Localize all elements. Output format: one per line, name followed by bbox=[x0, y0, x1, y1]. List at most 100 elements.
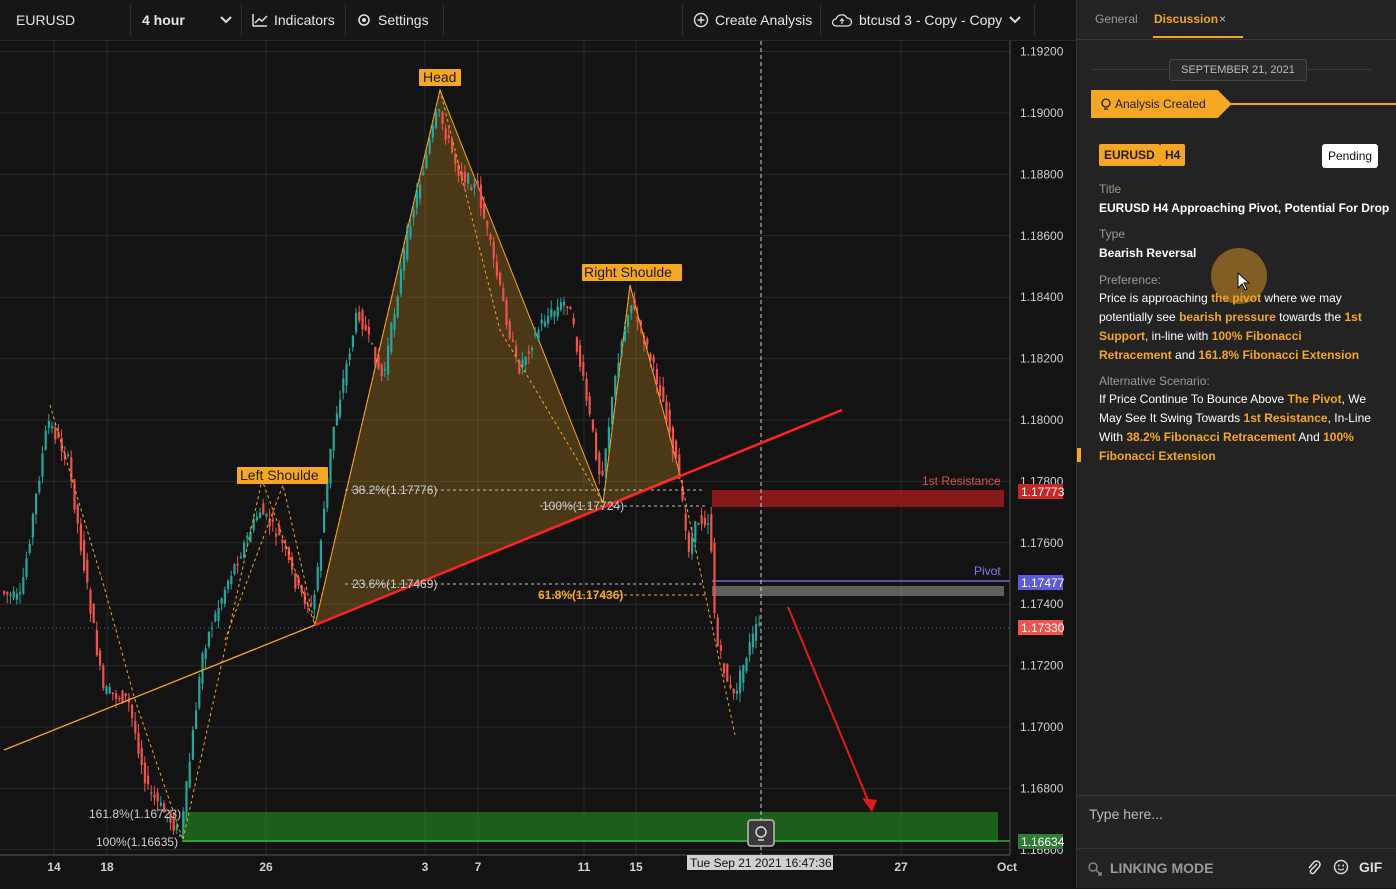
candle-body bbox=[547, 315, 550, 324]
candle-body bbox=[742, 664, 745, 683]
linking-mode-label[interactable]: LINKING MODE bbox=[1110, 860, 1213, 876]
candle-body bbox=[108, 686, 111, 694]
candle-body bbox=[73, 479, 76, 510]
candle-body bbox=[342, 378, 345, 393]
crosshair-date: Tue Sep 21 2021 16:47:36 bbox=[690, 856, 832, 870]
divider bbox=[345, 4, 346, 36]
candle-body bbox=[383, 368, 386, 371]
candle-body bbox=[668, 409, 671, 433]
candle-body bbox=[719, 645, 722, 651]
candle-body bbox=[659, 384, 662, 397]
candle-body bbox=[188, 761, 191, 788]
text: , in-line with bbox=[1145, 329, 1212, 343]
candle-body bbox=[335, 413, 338, 426]
candle-body bbox=[518, 360, 521, 374]
candle-body bbox=[28, 543, 31, 553]
candle-body bbox=[204, 648, 207, 659]
resize-handle[interactable] bbox=[1077, 448, 1081, 462]
paperclip-icon[interactable] bbox=[1307, 859, 1321, 877]
right-shoulder-label: Right Shoulde bbox=[584, 264, 672, 280]
discussion-panel: General Discussion × SEPTEMBER 21, 2021 … bbox=[1076, 0, 1396, 888]
tab-general[interactable]: General bbox=[1095, 12, 1138, 26]
candle-body bbox=[697, 523, 700, 526]
divider bbox=[682, 4, 683, 36]
candle-body bbox=[540, 319, 543, 324]
candle-body bbox=[755, 624, 758, 641]
price-chart[interactable]: Head Left Shoulde Right Shoulde 38.2%(1.… bbox=[0, 41, 1076, 888]
settings-button[interactable]: Settings bbox=[356, 0, 429, 40]
candle-body bbox=[444, 128, 447, 140]
date-tick: 15 bbox=[629, 860, 643, 874]
panel-tabs: General Discussion × bbox=[1077, 0, 1396, 40]
lightbulb-icon bbox=[1101, 98, 1111, 111]
candle-body bbox=[630, 305, 633, 314]
emoji-icon[interactable] bbox=[1333, 859, 1349, 875]
message-input[interactable]: Type here... bbox=[1089, 806, 1163, 822]
chevron-down-icon bbox=[220, 16, 232, 24]
gif-button[interactable]: GIF bbox=[1359, 859, 1382, 875]
candle-body bbox=[393, 314, 396, 330]
date-tick: 26 bbox=[259, 860, 273, 874]
candle-body bbox=[732, 688, 735, 694]
candle-body bbox=[159, 802, 162, 806]
candle-body bbox=[662, 386, 665, 402]
date-tick: 11 bbox=[578, 860, 591, 874]
candle-body bbox=[598, 452, 601, 475]
candle-body bbox=[102, 665, 105, 689]
analysis-created-banner: Analysis Created bbox=[1091, 90, 1232, 118]
candle-body bbox=[611, 397, 614, 424]
candle-body bbox=[412, 209, 415, 218]
candle-body bbox=[137, 732, 140, 755]
price-tick: 1.16800 bbox=[1020, 781, 1064, 795]
candle-body bbox=[675, 440, 678, 458]
candle-body bbox=[355, 312, 358, 333]
candle-body bbox=[489, 234, 492, 240]
candle-body bbox=[31, 514, 34, 538]
link-icon[interactable] bbox=[1087, 861, 1103, 877]
candle-body bbox=[707, 523, 710, 525]
candle-body bbox=[236, 563, 239, 566]
candle-body bbox=[483, 203, 486, 219]
date-tick: Oct bbox=[997, 860, 1017, 874]
candle-body bbox=[431, 125, 434, 138]
text: and bbox=[1171, 348, 1199, 362]
interval-label: 4 hour bbox=[142, 12, 185, 28]
candle-body bbox=[271, 519, 274, 522]
price-tick: 1.18200 bbox=[1020, 352, 1064, 366]
candle-body bbox=[735, 690, 738, 695]
candle-body bbox=[233, 563, 236, 575]
composer-toolbar: LINKING MODE GIF bbox=[1077, 848, 1396, 889]
resistance-zone bbox=[712, 490, 1004, 507]
candle-body bbox=[534, 333, 537, 335]
layout-dropdown[interactable]: btcusd 3 - Copy - Copy bbox=[831, 0, 1031, 40]
tab-discussion[interactable]: Discussion bbox=[1154, 12, 1218, 26]
candle-body bbox=[92, 603, 95, 624]
close-icon[interactable]: × bbox=[1219, 12, 1226, 26]
highlight: 1st Resistance bbox=[1243, 411, 1328, 425]
divider bbox=[820, 4, 821, 36]
create-analysis-button[interactable]: Create Analysis bbox=[693, 0, 812, 40]
candle-body bbox=[95, 630, 98, 656]
analysis-marker[interactable] bbox=[747, 819, 775, 847]
head-pattern-fill bbox=[314, 88, 681, 626]
candle-body bbox=[124, 693, 127, 697]
candle-body bbox=[620, 341, 623, 356]
candle-body bbox=[191, 730, 194, 760]
candle-body bbox=[44, 430, 47, 450]
candle-body bbox=[646, 338, 649, 345]
divider bbox=[241, 4, 242, 36]
active-tab-indicator bbox=[1153, 36, 1243, 38]
candle-body bbox=[739, 670, 742, 694]
candle-body bbox=[332, 426, 335, 451]
candle-body bbox=[156, 792, 159, 802]
analysis-created-label: Analysis Created bbox=[1115, 97, 1206, 111]
candle-body bbox=[387, 346, 390, 375]
price-tick: 1.17200 bbox=[1020, 659, 1064, 673]
symbol-selector[interactable]: EURUSD bbox=[16, 0, 75, 40]
indicators-button[interactable]: Indicators bbox=[252, 0, 335, 40]
candle-body bbox=[377, 354, 380, 369]
banner-line bbox=[1227, 103, 1396, 105]
candle-body bbox=[79, 523, 82, 551]
interval-dropdown[interactable]: 4 hour bbox=[142, 0, 238, 40]
candle-body bbox=[70, 457, 73, 481]
